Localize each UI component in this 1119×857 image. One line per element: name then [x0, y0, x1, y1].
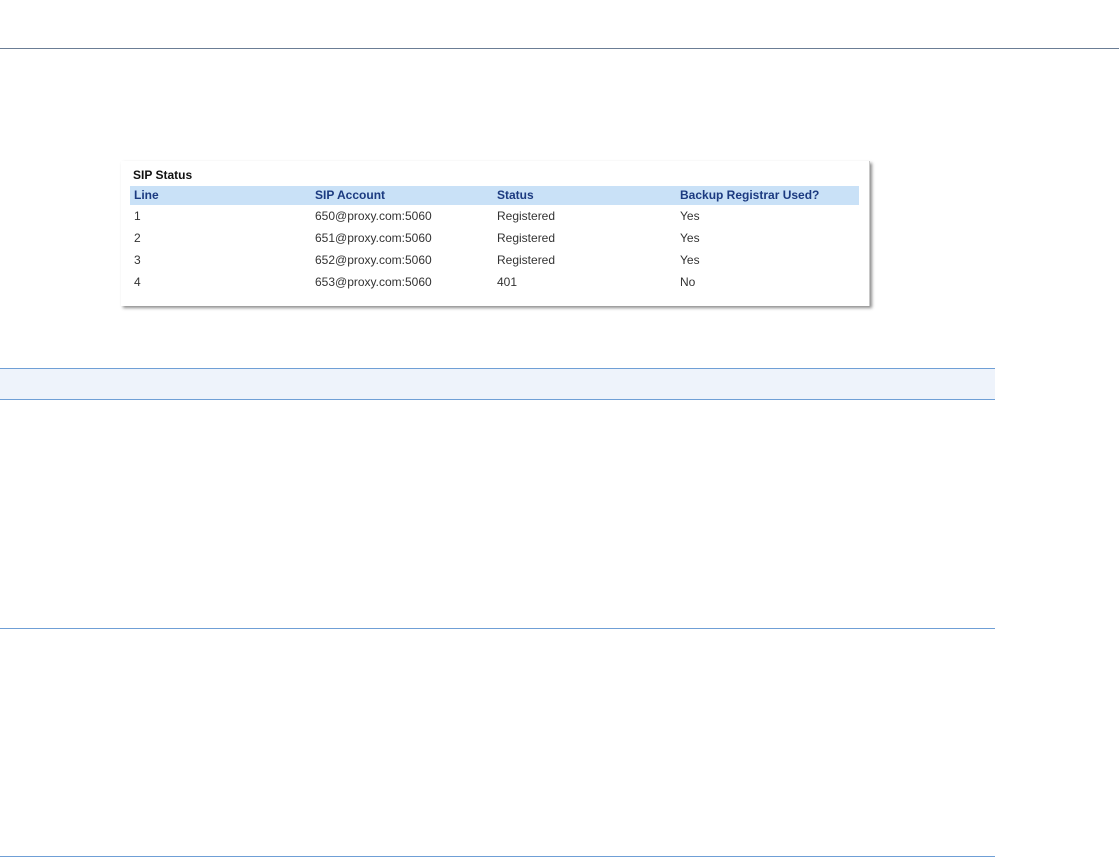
- line-cell: 4: [134, 275, 141, 289]
- top-divider: [0, 48, 1119, 49]
- sip-account-cell: 650@proxy.com:5060: [315, 209, 432, 223]
- status-cell: Registered: [497, 253, 556, 267]
- backup-registrar-cell: Yes: [680, 231, 700, 245]
- backup-registrar-cell: Yes: [680, 209, 700, 223]
- backup-registrar-cell: Yes: [680, 253, 700, 267]
- table-row: 1 650@proxy.com:5060 Registered Yes: [130, 206, 859, 228]
- sip-status-header-row: Line SIP Account Status Backup Registrar…: [130, 186, 859, 205]
- section-divider: [0, 628, 995, 629]
- backup-registrar-cell: No: [680, 275, 696, 289]
- line-cell: 3: [134, 253, 141, 267]
- line-cell: 2: [134, 231, 141, 245]
- table-row: 2 651@proxy.com:5060 Registered Yes: [130, 228, 859, 250]
- status-cell: Registered: [497, 231, 556, 245]
- table-row: 3 652@proxy.com:5060 Registered Yes: [130, 250, 859, 272]
- table-row: 4 653@proxy.com:5060 401 No: [130, 272, 859, 294]
- status-cell: 401: [497, 275, 518, 289]
- line-cell: 1: [134, 209, 141, 223]
- sip-status-title: SIP Status: [133, 168, 193, 182]
- sip-account-cell: 652@proxy.com:5060: [315, 253, 432, 267]
- column-header-status: Status: [497, 188, 534, 202]
- section-band: [0, 368, 995, 400]
- status-cell: Registered: [497, 209, 556, 223]
- column-header-sip-account: SIP Account: [315, 188, 386, 202]
- sip-account-cell: 653@proxy.com:5060: [315, 275, 432, 289]
- column-header-backup-registrar: Backup Registrar Used?: [680, 188, 820, 202]
- sip-status-panel: SIP Status Line SIP Account Status Backu…: [121, 161, 870, 306]
- sip-account-cell: 651@proxy.com:5060: [315, 231, 432, 245]
- column-header-line: Line: [134, 188, 159, 202]
